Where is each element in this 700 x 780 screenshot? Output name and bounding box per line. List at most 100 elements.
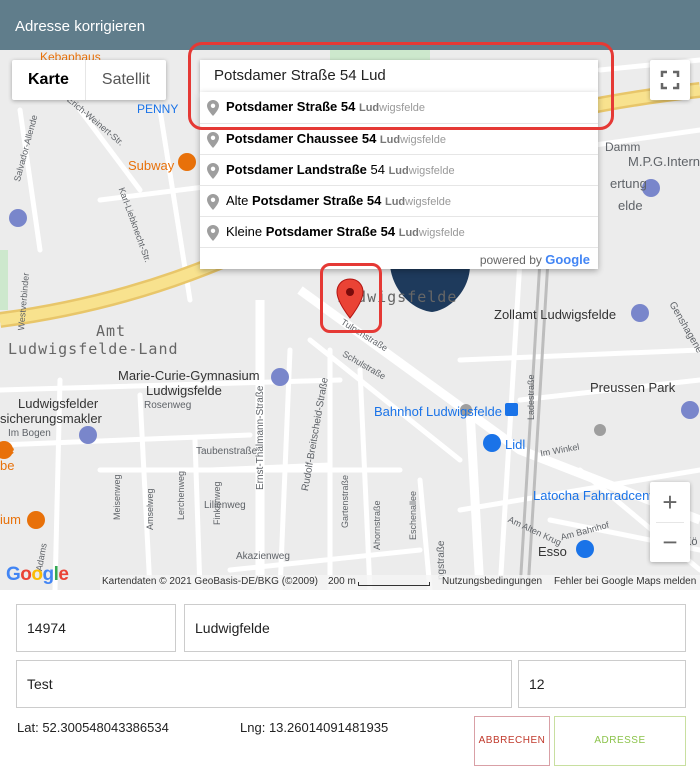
map-label-preussen: Preussen Park	[590, 380, 676, 395]
map-type-control: Karte Satellit	[12, 60, 166, 100]
latitude-label: Lat:	[17, 720, 39, 735]
map-label-gym1: Marie-Curie-Gymnasium	[118, 368, 260, 383]
powered-by-label: powered by	[479, 253, 542, 267]
map-label-akazienweg: Akazienweg	[236, 551, 290, 562]
suggestion-item[interactable]: Kleine Potsdamer Straße 54 Ludwigsfelde	[200, 216, 598, 247]
place-pin-icon	[207, 225, 219, 241]
map-label-ertung: ertung	[610, 176, 647, 191]
suggestion-text: Potsdamer Straße 54	[252, 193, 382, 208]
zoom-out-button[interactable]: −	[650, 522, 690, 562]
suggestion-secondary-match: Lud	[388, 165, 409, 177]
latitude-readout: Lat: 52.300548043386534	[17, 720, 169, 735]
suggestion-secondary-match: Lud	[384, 196, 406, 208]
street-field[interactable]: Test	[16, 660, 512, 708]
suggestion-secondary: Ludwigsfelde	[359, 102, 425, 114]
suggestion-text: Alte	[226, 193, 253, 208]
map-label-lerchenweg: Lerchenweg	[176, 470, 186, 520]
fullscreen-button[interactable]	[650, 60, 690, 100]
suggestion-item[interactable]: Potsdamer Landstraße 54 Ludwigsfelde	[200, 154, 598, 185]
location-marker-icon[interactable]	[336, 278, 364, 320]
map-label-subway: Subway	[128, 158, 175, 173]
zoom-control: + −	[650, 482, 690, 562]
map-attribution-bar: Kartendaten © 2021 GeoBasis-DE/BKG (©200…	[100, 575, 700, 590]
map-label-land: Ludwigsfelde-Land	[8, 340, 179, 358]
map-terms-link[interactable]: Nutzungsbedingungen	[442, 576, 542, 587]
zoom-in-button[interactable]: +	[650, 482, 690, 522]
suggestion-secondary-rest: wigsfelde	[408, 165, 455, 177]
powered-by-brand: Google	[545, 252, 590, 267]
map-label-ium: ium	[0, 512, 21, 527]
map-data-credit: Kartendaten © 2021 GeoBasis-DE/BKG (©200…	[102, 576, 318, 587]
suggestion-secondary-match: Lud	[379, 134, 401, 146]
suggestion-item[interactable]: Potsdamer Straße 54 Ludwigsfelde	[200, 92, 598, 123]
suggestion-secondary: Ludwigsfelde	[380, 134, 446, 146]
apply-address-button[interactable]: ADRESSE ÜBERNEHMEN	[554, 716, 686, 766]
longitude-label: Lng:	[240, 720, 266, 735]
suggestion-secondary-rest: wigsfelde	[400, 134, 446, 146]
map-label-be2: be	[0, 458, 15, 473]
suggestion-text: Potsdamer Straße 54	[226, 99, 356, 114]
map-label-penny: PENNY	[137, 102, 179, 116]
suggestion-secondary-match: Lud	[398, 227, 419, 239]
map-label-lilienweg: Lilienweg	[204, 500, 246, 511]
map-label-ahornstr: Ahornstraße	[372, 500, 382, 550]
map-label-lidl: Lidl	[505, 437, 526, 452]
zoom-divider	[656, 522, 684, 523]
map-label-amt: Amt	[96, 322, 127, 340]
map-label-mpg: M.P.G.Intern	[628, 154, 700, 169]
map-label-imbogen: Im Bogen	[8, 428, 51, 439]
map-report-link[interactable]: Fehler bei Google Maps melden	[554, 576, 696, 587]
suggestion-text: 54	[366, 162, 385, 177]
map-type-satellite-button[interactable]: Satellit	[86, 60, 166, 100]
suggestion-item[interactable]: Potsdamer Chaussee 54 Ludwigsfelde	[200, 123, 598, 154]
suggestion-secondary: Ludwigsfelde	[399, 227, 465, 239]
map-label-damm: Damm	[605, 140, 641, 154]
suggestion-secondary: Ludwigsfelde	[385, 196, 451, 208]
map-label-meisenweg: Meisenweg	[112, 474, 122, 520]
address-search-input[interactable]: Potsdamer Straße 54 Lud	[200, 60, 598, 92]
cancel-button[interactable]: ABBRECHEN	[474, 716, 550, 766]
map-label-bahnhof: Bahnhof Ludwigsfelde	[374, 404, 502, 419]
map-label-latocha: Latocha Fahrradcenter	[533, 488, 665, 503]
map-label-zollamt: Zollamt Ludwigsfelde	[494, 307, 617, 322]
suggestion-secondary-match: Lud	[358, 102, 380, 114]
map-type-map-button[interactable]: Karte	[12, 60, 86, 100]
latitude-value: 52.300548043386534	[42, 720, 169, 735]
fullscreen-icon	[660, 70, 680, 90]
suggestion-secondary: Ludwigsfelde	[389, 165, 455, 177]
place-pin-icon	[207, 100, 219, 116]
map-label-finkenweg: Finkenweg	[212, 481, 222, 525]
map-label-gartenstr: Gartenstraße	[340, 474, 350, 528]
map-label-thaelmann: Ernst-Thälmann-Straße	[255, 385, 266, 490]
map-label-eschenallee: Eschenallee	[408, 490, 418, 540]
suggestion-text: Potsdamer Chaussee 54	[226, 131, 377, 146]
map-label-ladestr: Ladestraße	[526, 374, 536, 420]
place-pin-icon	[207, 132, 219, 148]
place-pin-icon	[207, 163, 219, 179]
map-scale-label: 200 m	[328, 576, 356, 587]
map-label-rosenweg: Rosenweg	[144, 400, 192, 411]
longitude-value: 13.26014091481935	[268, 720, 389, 735]
suggestion-item[interactable]: Alte Potsdamer Straße 54 Ludwigsfelde	[200, 185, 598, 216]
city-field[interactable]: Ludwigfelde	[184, 604, 686, 652]
map-canvas[interactable]: Kebaphaus PENNY Subway M.P.G.Intern Damm…	[0, 50, 700, 590]
dialog-title: Adresse korrigieren	[15, 18, 146, 35]
suggestion-secondary-rest: wigsfelde	[379, 102, 425, 114]
suggestion-secondary-rest: wigsfelde	[405, 196, 452, 208]
map-label-elde: elde	[618, 198, 643, 213]
powered-by-google: powered by Google	[200, 247, 598, 269]
map-scale-bar	[358, 582, 430, 586]
map-label-ins1: Ludwigsfelder	[18, 396, 99, 411]
suggestion-text: Potsdamer Straße 54	[265, 224, 396, 239]
map-label-ins2: sicherungsmakler	[0, 411, 102, 426]
longitude-readout: Lng: 13.26014091481935	[240, 720, 388, 735]
map-label-amselweg: Amselweg	[145, 488, 155, 530]
map-label-gym2: Ludwigsfelde	[146, 383, 222, 398]
suggestion-secondary-rest: wigsfelde	[418, 227, 465, 239]
house-number-field[interactable]: 12	[518, 660, 686, 708]
google-logo: Google	[6, 564, 69, 585]
suggestion-text: Kleine	[226, 224, 266, 239]
zip-field[interactable]: 14974	[16, 604, 176, 652]
map-label-be1: be	[0, 442, 15, 457]
dialog-title-bar: Adresse korrigieren	[0, 0, 700, 50]
